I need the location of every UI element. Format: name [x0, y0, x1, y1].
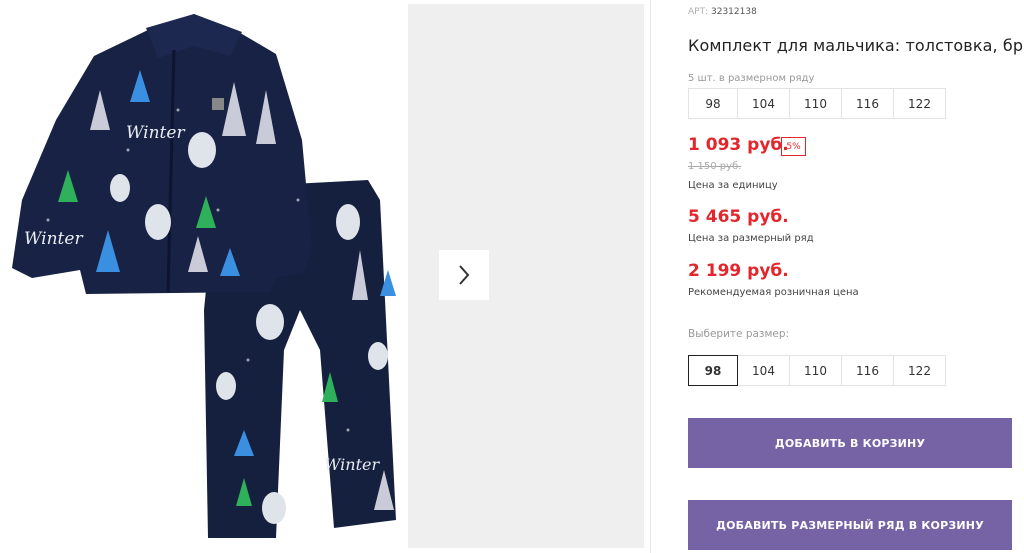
- size-option-116[interactable]: 116: [841, 355, 894, 386]
- product-info: АРТ: 32312138 Комплект для мальчика: тол…: [688, 0, 1024, 553]
- unit-price-caption: Цена за единицу: [688, 180, 778, 191]
- sku: АРТ: 32312138: [688, 7, 757, 17]
- row-price-caption: Цена за размерный ряд: [688, 233, 814, 244]
- photo-text-winter-1: Winter: [126, 123, 185, 143]
- size-selector: 98 104 110 116 122: [688, 355, 946, 386]
- size-row-item: 110: [789, 88, 842, 119]
- next-photo-button[interactable]: [439, 250, 489, 300]
- divider: [650, 0, 651, 553]
- unit-price: 1 093 руб.: [688, 135, 789, 155]
- add-size-row-to-cart-button[interactable]: ДОБАВИТЬ РАЗМЕРНЫЙ РЯД В КОРЗИНУ: [688, 500, 1012, 550]
- size-option-122[interactable]: 122: [893, 355, 946, 386]
- size-row-item: 122: [893, 88, 946, 119]
- product-gallery: Winter Winter Winter: [0, 0, 650, 553]
- size-row-item: 116: [841, 88, 894, 119]
- product-photo[interactable]: Winter Winter Winter: [8, 10, 402, 540]
- size-option-98[interactable]: 98: [688, 355, 738, 386]
- pack-note: 5 шт. в размерном ряду: [688, 73, 815, 84]
- size-row: 98 104 110 116 122: [688, 88, 946, 119]
- row-price: 5 465 руб.: [688, 207, 789, 227]
- size-row-item: 98: [688, 88, 738, 119]
- add-to-cart-button[interactable]: ДОБАВИТЬ В КОРЗИНУ: [688, 418, 1012, 468]
- chevron-right-icon: [459, 265, 470, 285]
- discount-badge: 5%: [781, 137, 806, 156]
- choose-size-label: Выберите размер:: [688, 328, 790, 340]
- retail-price-caption: Рекомендуемая розничная цена: [688, 287, 859, 298]
- photo-text-winter-3: Winter: [324, 455, 380, 474]
- retail-price: 2 199 руб.: [688, 261, 789, 281]
- size-option-104[interactable]: 104: [737, 355, 790, 386]
- product-title: Комплект для мальчика: толстовка, брюки: [688, 36, 1024, 55]
- old-price: 1 150 руб.: [688, 161, 742, 172]
- sku-label: АРТ:: [688, 7, 709, 17]
- sku-value: 32312138: [711, 7, 757, 17]
- size-row-item: 104: [737, 88, 790, 119]
- photo-text-winter-2: Winter: [24, 229, 83, 249]
- size-option-110[interactable]: 110: [789, 355, 842, 386]
